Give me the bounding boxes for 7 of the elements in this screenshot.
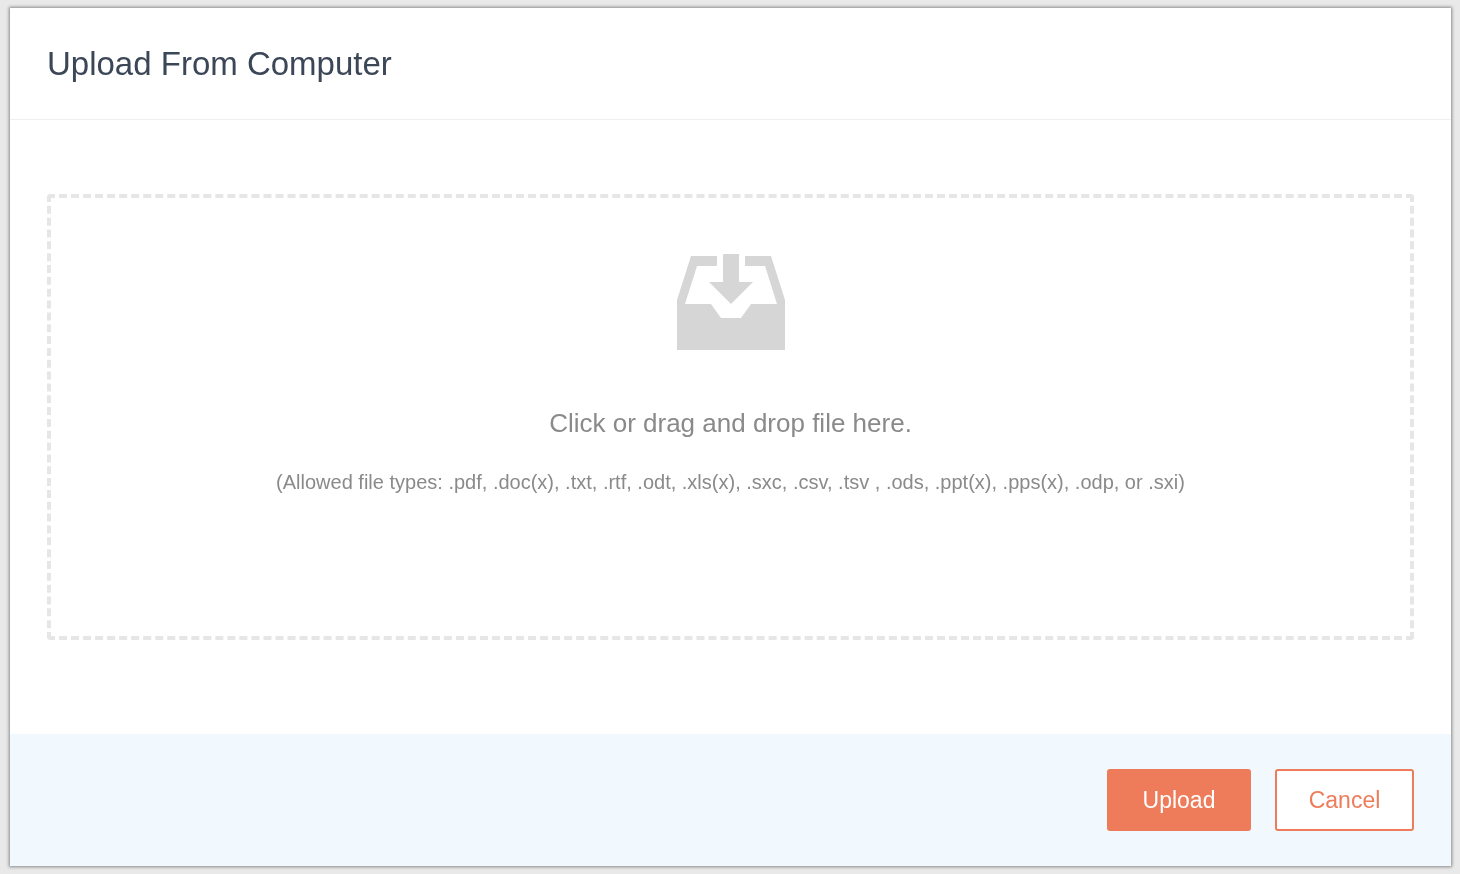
- file-types-hint: (Allowed file types: .pdf, .doc(x), .txt, .rtf, .odt, .xls(x), .sxc, .csv, .tsv , .ods, .ppt(x), .pps(x), .odp, or .sxi): [276, 471, 1185, 494]
- dialog-title: Upload From Computer: [47, 44, 392, 83]
- upload-button[interactable]: Upload: [1107, 769, 1251, 831]
- drop-prompt: Click or drag and drop file here.: [549, 408, 912, 439]
- inbox-download-icon: [676, 254, 785, 350]
- drop-zone[interactable]: Click or drag and drop file here. (Allowed file types: .pdf, .doc(x), .txt, .rtf, .odt, .xls(x), .sxc, .csv, .tsv , .ods, .ppt(x), .pps(x), .odp, or .sxi): [47, 194, 1414, 640]
- cancel-button[interactable]: Cancel: [1275, 769, 1414, 831]
